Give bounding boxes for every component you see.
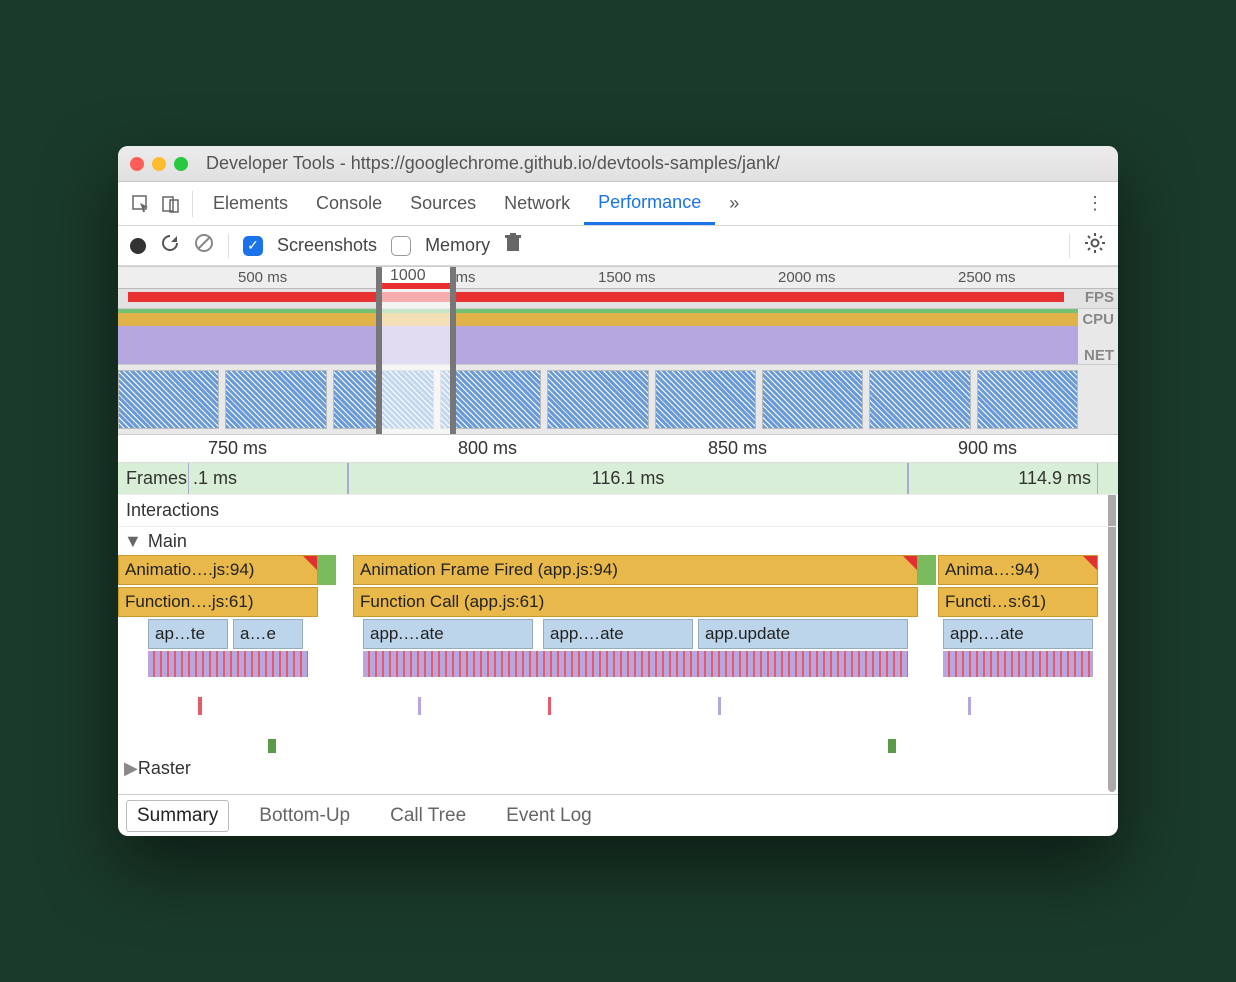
screenshot-thumb[interactable] [762, 370, 863, 429]
screenshots-checkbox[interactable]: ✓ [243, 236, 263, 256]
flame-mark[interactable] [198, 697, 202, 715]
flame-bar[interactable]: Function Call (app.js:61) [353, 587, 918, 617]
fps-row[interactable]: FPS [118, 288, 1118, 308]
screenshot-thumb[interactable] [547, 370, 648, 429]
tab-network[interactable]: Network [490, 182, 584, 225]
flame-bar[interactable]: Animatio….js:94) [118, 555, 318, 585]
flame-bar[interactable] [918, 555, 936, 585]
record-button[interactable] [130, 238, 146, 254]
main-label: Main [148, 531, 187, 552]
tab-summary[interactable]: Summary [126, 800, 229, 832]
tab-console[interactable]: Console [302, 182, 396, 225]
inspect-icon[interactable] [126, 194, 156, 214]
raster-label: Raster [138, 758, 191, 779]
kebab-menu-icon[interactable]: ⋮ [1080, 193, 1110, 214]
close-icon[interactable] [130, 157, 144, 171]
screenshot-thumb[interactable] [869, 370, 970, 429]
divider [228, 234, 229, 258]
summary-tabs: Summary Bottom-Up Call Tree Event Log [118, 794, 1118, 836]
ruler-tick: 800 ms [458, 438, 517, 459]
detail-ruler[interactable]: 750 ms 800 ms 850 ms 900 ms [118, 435, 1118, 463]
divider [192, 191, 193, 217]
interactions-row[interactable]: Interactions [118, 495, 1118, 527]
flame-bar[interactable]: app.update [698, 619, 908, 649]
screenshots-label: Screenshots [277, 235, 377, 256]
flame-mark[interactable] [548, 697, 551, 715]
screenshot-thumb[interactable] [225, 370, 326, 429]
reload-icon[interactable] [160, 233, 180, 258]
overview-ruler[interactable]: 500 ms 1000 ms 1500 ms 2000 ms 2500 ms 1… [118, 266, 1118, 288]
raster-mark[interactable] [268, 739, 276, 753]
flame-bar[interactable]: ap…te [148, 619, 228, 649]
ruler-tick: 750 ms [208, 438, 267, 459]
trash-icon[interactable] [504, 233, 522, 258]
flame-bar[interactable]: app.…ate [363, 619, 533, 649]
screenshot-thumb[interactable] [655, 370, 756, 429]
screenshot-thumb[interactable] [977, 370, 1078, 429]
flame-bar[interactable]: app.…ate [943, 619, 1093, 649]
minimize-icon[interactable] [152, 157, 166, 171]
overview-selection[interactable] [376, 288, 456, 434]
tab-performance[interactable]: Performance [584, 182, 715, 225]
tab-calltree[interactable]: Call Tree [380, 801, 476, 831]
ruler-tick: 900 ms [958, 438, 1017, 459]
flame-bar[interactable] [318, 555, 336, 585]
gear-icon[interactable] [1084, 232, 1106, 259]
main-section-header[interactable]: ▼ Main [118, 527, 1118, 555]
cpu-row[interactable]: CPU NET [118, 308, 1118, 364]
chevron-down-icon: ▼ [124, 531, 142, 552]
frames-row[interactable]: Frames .1 ms 116.1 ms 114.9 ms [118, 463, 1118, 495]
frame-segment[interactable]: 116.1 ms [348, 463, 908, 494]
tab-eventlog[interactable]: Event Log [496, 801, 602, 831]
frame-segment[interactable]: .1 ms [188, 463, 348, 494]
devtools-window: Developer Tools - https://googlechrome.g… [118, 146, 1118, 836]
ruler-tick: 2000 ms [778, 269, 836, 286]
divider [1069, 234, 1070, 258]
maximize-icon[interactable] [174, 157, 188, 171]
flame-bar[interactable]: Functi…s:61) [938, 587, 1098, 617]
screenshot-thumb[interactable] [118, 370, 219, 429]
clear-icon[interactable] [194, 233, 214, 258]
flame-mark[interactable] [718, 697, 721, 715]
flame-bar[interactable]: Animation Frame Fired (app.js:94) [353, 555, 918, 585]
window-titlebar: Developer Tools - https://googlechrome.g… [118, 146, 1118, 182]
chevron-right-icon: ▶ [124, 758, 138, 779]
raster-mark[interactable] [888, 739, 896, 753]
overview-pane[interactable]: 500 ms 1000 ms 1500 ms 2000 ms 2500 ms 1… [118, 266, 1118, 434]
net-label: NET [1084, 347, 1114, 364]
frames-label: Frames [118, 468, 187, 489]
tab-bottomup[interactable]: Bottom-Up [249, 801, 360, 831]
flame-bar[interactable]: Function….js:61) [118, 587, 318, 617]
memory-label: Memory [425, 235, 490, 256]
flame-mark[interactable] [418, 697, 421, 715]
tab-more[interactable]: » [715, 182, 753, 225]
flame-bar[interactable] [943, 651, 1093, 677]
flame-bar[interactable]: Anima…:94) [938, 555, 1098, 585]
raster-section-header[interactable]: ▶ Raster [118, 755, 1118, 781]
ruler-tick: 850 ms [708, 438, 767, 459]
panel-tabs: Elements Console Sources Network Perform… [118, 182, 1118, 226]
tab-sources[interactable]: Sources [396, 182, 490, 225]
flame-chart[interactable]: Animatio….js:94) Animation Frame Fired (… [118, 555, 1118, 755]
fps-label: FPS [1085, 289, 1114, 306]
ruler-tick: 2500 ms [958, 269, 1016, 286]
perf-toolbar: ✓ Screenshots Memory [118, 226, 1118, 266]
ruler-tick: 500 ms [238, 269, 287, 286]
flame-bar[interactable]: a…e [233, 619, 303, 649]
interactions-label: Interactions [118, 500, 219, 521]
detail-pane[interactable]: 750 ms 800 ms 850 ms 900 ms Frames .1 ms… [118, 434, 1118, 794]
screenshots-row[interactable] [118, 364, 1118, 434]
device-toggle-icon[interactable] [156, 194, 186, 214]
tab-elements[interactable]: Elements [199, 182, 302, 225]
cpu-label: CPU [1082, 311, 1114, 328]
memory-checkbox[interactable] [391, 236, 411, 256]
flame-bar[interactable] [148, 651, 308, 677]
frame-segment[interactable]: 114.9 ms [908, 463, 1098, 494]
flame-bar[interactable] [363, 651, 908, 677]
overview-selection-handle[interactable]: 1000 [376, 267, 456, 289]
window-title: Developer Tools - https://googlechrome.g… [206, 153, 780, 174]
ruler-tick: 1500 ms [598, 269, 656, 286]
flame-mark[interactable] [968, 697, 971, 715]
flame-bar[interactable]: app.…ate [543, 619, 693, 649]
